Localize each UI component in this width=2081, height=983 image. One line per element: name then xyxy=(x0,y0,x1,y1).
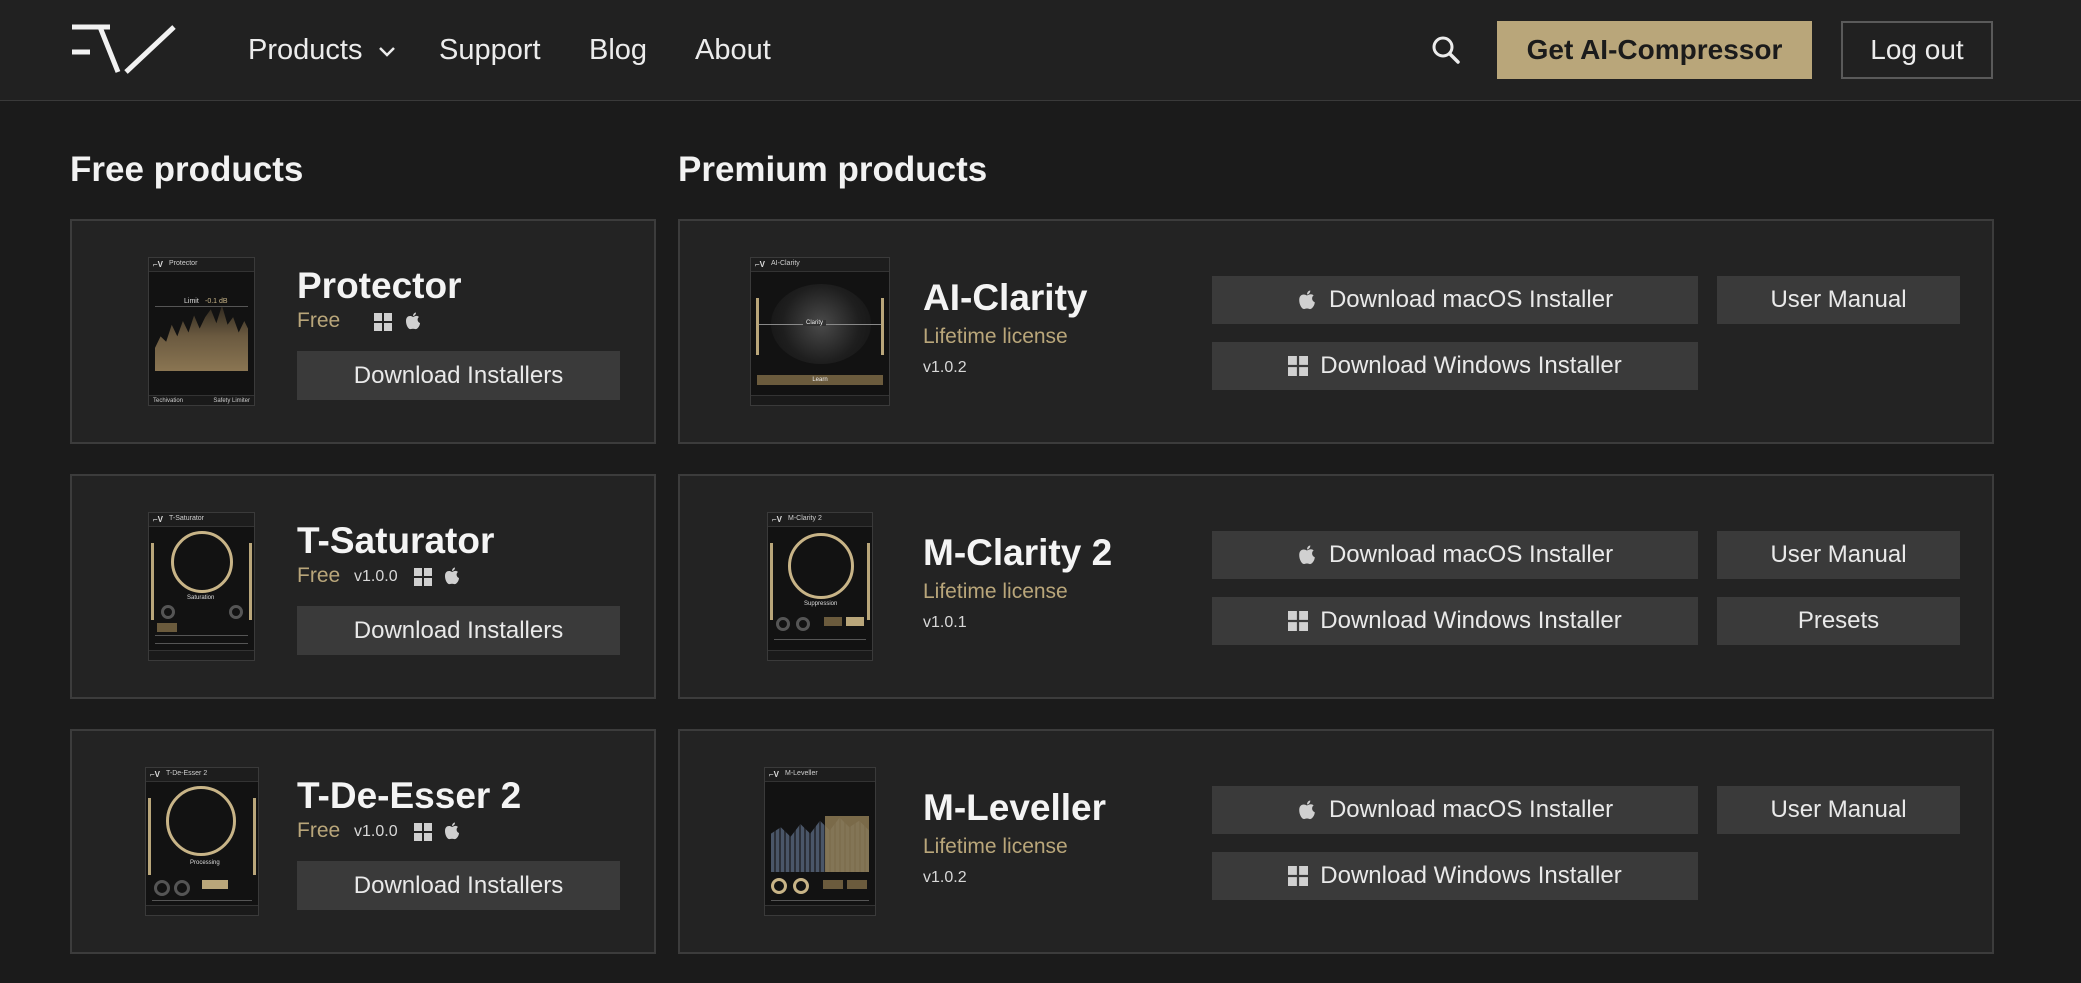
premium-product-card-m-leveller: ⌐V M-Leveller M-Leveller Lifetime license… xyxy=(678,729,1994,954)
free-product-card-t-de-esser-2: ⌐V T-De-Esser 2 Processing T-De-Esser 2 F… xyxy=(70,729,656,954)
t-de-esser-thumbnail: ⌐V T-De-Esser 2 Processing xyxy=(145,767,259,916)
download-installers-button[interactable]: Download Installers xyxy=(297,861,620,910)
product-name: AI-Clarity xyxy=(923,277,1088,318)
nav-products[interactable]: Products xyxy=(248,30,397,70)
download-macos-label: Download macOS Installer xyxy=(1328,541,1614,568)
license-label: Lifetime license xyxy=(923,835,1068,858)
apple-icon xyxy=(445,567,459,585)
nav-support[interactable]: Support xyxy=(439,30,541,70)
apple-icon xyxy=(1299,290,1315,310)
presets-button[interactable]: Presets xyxy=(1717,597,1960,645)
logout-button[interactable]: Log out xyxy=(1841,21,1993,79)
price-label: Free xyxy=(297,564,341,587)
version-label: v1.0.1 xyxy=(923,614,967,631)
product-name: T-De-Esser 2 xyxy=(297,775,522,816)
download-windows-button[interactable]: Download Windows Installer xyxy=(1212,852,1698,900)
nav-blog[interactable]: Blog xyxy=(589,30,647,70)
download-installers-button[interactable]: Download Installers xyxy=(297,606,620,655)
download-macos-button[interactable]: Download macOS Installer xyxy=(1212,276,1698,324)
tv-logo[interactable] xyxy=(70,22,178,78)
search-icon[interactable] xyxy=(1430,34,1462,66)
version-label: v1.0.2 xyxy=(923,869,967,886)
windows-icon xyxy=(1288,866,1309,886)
user-manual-button[interactable]: User Manual xyxy=(1717,786,1960,834)
m-clarity-thumbnail: ⌐V M-Clarity 2 Suppression xyxy=(767,512,873,661)
nav-products-label: Products xyxy=(248,34,363,66)
windows-icon xyxy=(1288,611,1309,631)
product-name: M-Clarity 2 xyxy=(923,532,1113,573)
apple-icon xyxy=(445,822,459,840)
price-label: Free xyxy=(297,819,341,842)
apple-icon xyxy=(1299,800,1315,820)
download-installers-button[interactable]: Download Installers xyxy=(297,351,620,400)
download-windows-label: Download Windows Installer xyxy=(1320,352,1622,379)
apple-icon xyxy=(406,312,420,330)
apple-icon xyxy=(1299,545,1315,565)
download-windows-label: Download Windows Installer xyxy=(1320,862,1622,889)
get-ai-compressor-button[interactable]: Get AI-Compressor xyxy=(1497,21,1812,79)
t-saturator-thumbnail: ⌐V T-Saturator Saturation xyxy=(148,512,255,661)
protector-thumbnail: ⌐V Protector Limit -0.1 dB Techivation Sa… xyxy=(148,257,255,406)
windows-icon xyxy=(414,568,432,586)
product-name: M-Leveller xyxy=(923,787,1107,828)
user-manual-button[interactable]: User Manual xyxy=(1717,276,1960,324)
premium-products-title: Premium products xyxy=(678,150,988,189)
free-products-title: Free products xyxy=(70,150,304,189)
top-navigation-bar: Products Support Blog About Get AI-Compr… xyxy=(0,0,2081,101)
m-leveller-thumbnail: ⌐V M-Leveller xyxy=(764,767,876,916)
free-product-card-protector: ⌐V Protector Limit -0.1 dB Techivation Sa… xyxy=(70,219,656,444)
download-macos-label: Download macOS Installer xyxy=(1328,286,1614,313)
download-macos-button[interactable]: Download macOS Installer xyxy=(1212,786,1698,834)
user-manual-button[interactable]: User Manual xyxy=(1717,531,1960,579)
version-label: v1.0.0 xyxy=(354,568,398,585)
version-label: v1.0.0 xyxy=(354,823,398,840)
chevron-down-icon xyxy=(378,47,395,58)
download-windows-label: Download Windows Installer xyxy=(1320,607,1622,634)
premium-product-card-ai-clarity: ⌐V AI-Clarity Clarity Learn AI-Clarity Li… xyxy=(678,219,1994,444)
ai-clarity-thumbnail: ⌐V AI-Clarity Clarity Learn xyxy=(750,257,890,406)
license-label: Lifetime license xyxy=(923,325,1068,348)
download-windows-button[interactable]: Download Windows Installer xyxy=(1212,597,1698,645)
download-macos-button[interactable]: Download macOS Installer xyxy=(1212,531,1698,579)
windows-icon xyxy=(414,823,432,841)
license-label: Lifetime license xyxy=(923,580,1068,603)
windows-icon xyxy=(1288,356,1309,376)
price-label: Free xyxy=(297,309,341,332)
premium-product-card-m-clarity-2: ⌐V M-Clarity 2 Suppression M-Clarity 2 Li… xyxy=(678,474,1994,699)
windows-icon xyxy=(374,313,392,331)
product-name: T-Saturator xyxy=(297,520,495,561)
free-product-card-t-saturator: ⌐V T-Saturator Saturation T-Saturator Fre… xyxy=(70,474,656,699)
version-label: v1.0.2 xyxy=(923,359,967,376)
product-name: Protector xyxy=(297,265,462,306)
download-windows-button[interactable]: Download Windows Installer xyxy=(1212,342,1698,390)
download-macos-label: Download macOS Installer xyxy=(1328,796,1614,823)
nav-about[interactable]: About xyxy=(695,30,771,70)
